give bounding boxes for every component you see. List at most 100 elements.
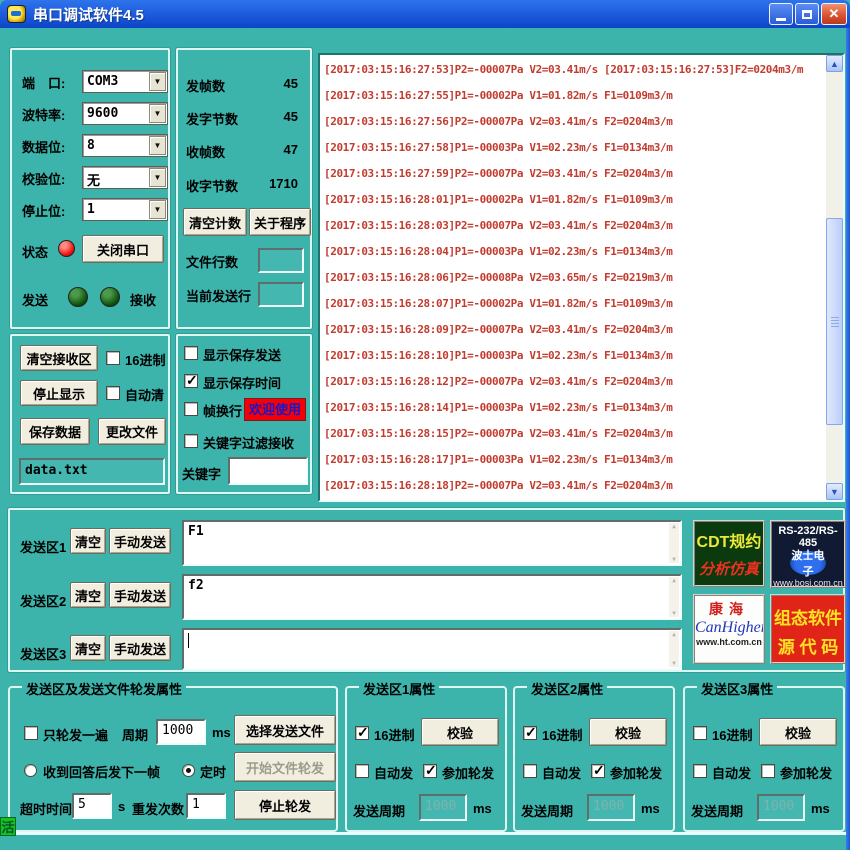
parity-select[interactable]: 无 ▼: [82, 166, 168, 189]
keyword-filter-checkbox[interactable]: [184, 434, 198, 448]
close-port-button[interactable]: 关闭串口: [82, 235, 164, 263]
close-button[interactable]: ✕: [821, 3, 847, 25]
keyword-input[interactable]: [228, 457, 308, 485]
area2-auto-checkbox[interactable]: [523, 764, 537, 778]
ime-indicator[interactable]: 活: [0, 817, 16, 836]
area2-auto-label: 自动发: [542, 766, 582, 781]
port-select[interactable]: COM3 ▼: [82, 70, 168, 93]
welcome-badge[interactable]: 欢迎使用: [244, 398, 306, 421]
show-save-time-checkbox[interactable]: [184, 372, 198, 389]
minimize-button[interactable]: [769, 3, 793, 25]
area1-hex-checkbox[interactable]: [355, 724, 369, 741]
log-scrollbar[interactable]: ▲ ▼: [826, 55, 843, 500]
hex-display-checkbox[interactable]: [106, 351, 120, 365]
log-line: [2017:03:15:16:28:07]P1=-00002Pa V1=01.8…: [324, 297, 673, 310]
send-once-checkbox[interactable]: [24, 726, 38, 740]
area3-join-checkbox[interactable]: [761, 764, 775, 778]
stop-display-button[interactable]: 停止显示: [20, 380, 98, 406]
answer-then-send-radio[interactable]: [24, 764, 37, 777]
chevron-down-icon[interactable]: ▼: [149, 200, 166, 219]
scrollbar-thumb[interactable]: [826, 218, 843, 425]
show-save-send-checkbox[interactable]: [184, 346, 198, 360]
area3-verify-button[interactable]: 校验: [759, 718, 837, 746]
bosi-banner-line1: RS-232/RS-485: [778, 525, 838, 549]
scroll-down-icon[interactable]: ▼: [826, 483, 843, 500]
close-icon: ✕: [828, 6, 840, 21]
about-button[interactable]: 关于程序: [249, 208, 311, 236]
save-filename-field[interactable]: data.txt: [19, 458, 165, 485]
canhigher-banner[interactable]: 康海 CanHigher www.ht.com.cn: [693, 594, 765, 664]
maximize-button[interactable]: [795, 3, 819, 25]
send-area-1-manual-button[interactable]: 手动发送: [109, 528, 171, 554]
timeout-input[interactable]: 5: [72, 793, 112, 819]
scroll-up-icon[interactable]: ▲: [672, 523, 676, 530]
send-area-2-manual-button[interactable]: 手动发送: [109, 582, 171, 608]
minimize-icon: [776, 17, 786, 21]
select-send-file-button[interactable]: 选择发送文件: [234, 715, 336, 745]
title-bar[interactable]: 串口调试软件4.5 ✕: [0, 0, 850, 28]
cdt-banner[interactable]: CDT规约 分析仿真: [693, 520, 765, 587]
chevron-down-icon[interactable]: ▼: [149, 104, 166, 123]
log-line: [2017:03:15:16:28:06]P2=-00008Pa V2=03.6…: [324, 271, 673, 284]
scroll-down-icon[interactable]: ▼: [672, 660, 676, 667]
area2-join-checkbox[interactable]: [591, 762, 605, 779]
port-value: COM3: [87, 74, 119, 89]
save-data-button[interactable]: 保存数据: [20, 418, 90, 445]
area3-hex-checkbox[interactable]: [693, 726, 707, 740]
log-line: [2017:03:15:16:28:17]P1=-00003Pa V1=02.2…: [324, 453, 673, 466]
send-area-3-input[interactable]: ▲ ▼: [182, 628, 682, 670]
retry-value: 1: [192, 797, 200, 812]
stopbits-value: 1: [87, 202, 95, 217]
send-area-3-clear-button[interactable]: 清空: [70, 635, 106, 661]
stopbits-select[interactable]: 1 ▼: [82, 198, 168, 221]
area1-join-label: 参加轮发: [442, 766, 495, 781]
clear-receive-button[interactable]: 清空接收区: [20, 345, 98, 371]
scroll-up-icon[interactable]: ▲: [672, 631, 676, 638]
databits-select[interactable]: 8 ▼: [82, 134, 168, 157]
send-area-2-clear-button[interactable]: 清空: [70, 582, 106, 608]
scroll-up-icon[interactable]: ▲: [672, 577, 676, 584]
area3-auto-checkbox[interactable]: [693, 764, 707, 778]
retry-input[interactable]: 1: [186, 793, 226, 819]
scroll-down-icon[interactable]: ▼: [672, 610, 676, 617]
chevron-down-icon[interactable]: ▼: [149, 72, 166, 91]
area1-props-title: 发送区1属性: [359, 679, 440, 698]
canhigher-banner-line2: CanHigher: [695, 619, 765, 636]
source-code-banner[interactable]: 组态软件 源 代 码: [770, 594, 846, 664]
clear-count-button[interactable]: 清空计数: [183, 208, 247, 236]
frame-newline-checkbox[interactable]: [184, 402, 198, 416]
change-file-button[interactable]: 更改文件: [98, 418, 166, 445]
area1-join-checkbox[interactable]: [423, 762, 437, 779]
send-area-3-manual-button[interactable]: 手动发送: [109, 635, 171, 661]
send-area-1-input[interactable]: F1 ▲ ▼: [182, 520, 682, 566]
baud-select[interactable]: 9600 ▼: [82, 102, 168, 125]
bosi-banner[interactable]: RS-232/RS-485 波士电子 www.bosi.com.cn: [770, 520, 846, 588]
start-file-cycle-button[interactable]: 开始文件轮发: [234, 752, 336, 782]
chevron-down-icon[interactable]: ▼: [149, 136, 166, 155]
scroll-up-icon[interactable]: ▲: [826, 55, 843, 72]
canhigher-banner-line1: 康海: [709, 601, 749, 617]
scroll-down-icon[interactable]: ▼: [672, 556, 676, 563]
mini-scrollbar[interactable]: ▲ ▼: [669, 577, 679, 617]
stop-cycle-button[interactable]: 停止轮发: [234, 790, 336, 820]
area1-auto-checkbox[interactable]: [355, 764, 369, 778]
send-area-2-input[interactable]: f2 ▲ ▼: [182, 574, 682, 620]
receive-log[interactable]: [2017:03:15:16:27:53]P2=-00007Pa V2=03.4…: [318, 53, 845, 502]
chevron-down-icon[interactable]: ▼: [149, 168, 166, 187]
mini-scrollbar[interactable]: ▲ ▼: [669, 523, 679, 563]
log-line: [2017:03:15:16:28:14]P1=-00003Pa V1=02.2…: [324, 401, 673, 414]
file-lines-field[interactable]: [258, 248, 304, 273]
auto-clear-checkbox[interactable]: [106, 386, 120, 400]
auto-clear-label: 自动清: [125, 388, 165, 403]
log-line: [2017:03:15:16:28:15]P2=-00007Pa V2=03.4…: [324, 427, 673, 440]
send-area-1-clear-button[interactable]: 清空: [70, 528, 106, 554]
mini-scrollbar[interactable]: ▲ ▼: [669, 631, 679, 667]
baud-value: 9600: [87, 106, 119, 121]
current-send-line-field[interactable]: [258, 282, 304, 307]
send-area-3-label: 发送区3: [20, 647, 67, 662]
area2-hex-checkbox[interactable]: [523, 724, 537, 741]
area2-verify-button[interactable]: 校验: [589, 718, 667, 746]
period-input[interactable]: 1000: [156, 719, 206, 745]
area1-verify-button[interactable]: 校验: [421, 718, 499, 746]
timer-radio[interactable]: [182, 764, 195, 777]
